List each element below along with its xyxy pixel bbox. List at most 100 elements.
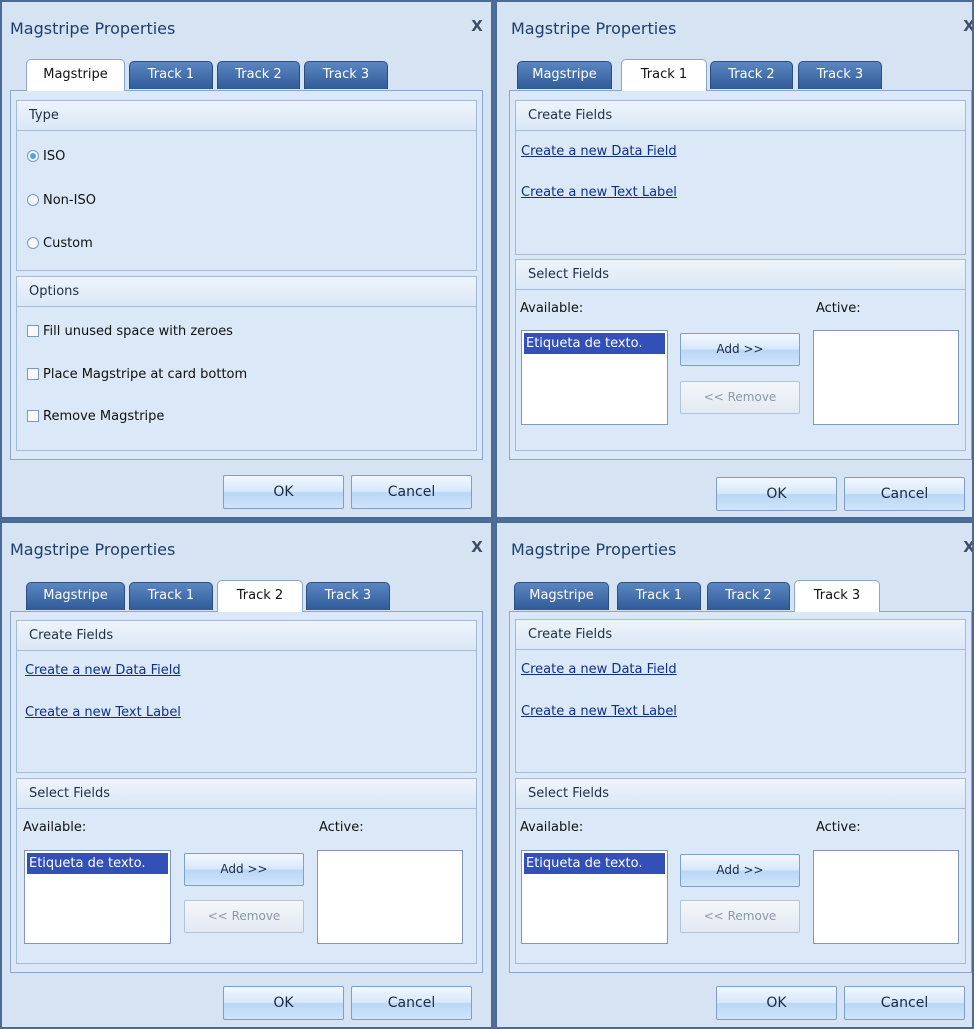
title-bar: Magstripe Properties X: [497, 523, 972, 577]
list-item[interactable]: Etiqueta de texto.: [524, 853, 665, 874]
ok-button[interactable]: OK: [716, 477, 837, 511]
create-data-field-link[interactable]: Create a new Data Field: [25, 663, 181, 678]
ok-button[interactable]: OK: [716, 986, 837, 1020]
tab-track-3[interactable]: Track 3: [304, 61, 388, 89]
radio-non-iso-label: Non-ISO: [43, 193, 96, 208]
tab-track-3[interactable]: Track 3: [798, 61, 882, 89]
tab-track-1[interactable]: Track 1: [129, 582, 213, 610]
dialog-title: Magstripe Properties: [10, 19, 176, 38]
radio-iso-label: ISO: [43, 149, 66, 164]
available-label: Available:: [23, 820, 87, 835]
add-button[interactable]: Add >>: [680, 854, 800, 887]
select-fields-header: Select Fields: [17, 779, 476, 809]
list-item[interactable]: Etiqueta de texto.: [27, 853, 168, 874]
active-list[interactable]: [813, 330, 959, 425]
available-label: Available:: [520, 820, 584, 835]
tab-panel: Create Fields Create a new Data Field Cr…: [509, 611, 972, 973]
add-button[interactable]: Add >>: [184, 853, 304, 886]
checkbox-fill-zeroes-label: Fill unused space with zeroes: [43, 324, 233, 339]
tab-magstripe[interactable]: Magstripe: [514, 582, 609, 610]
tab-panel: Create Fields Create a new Data Field Cr…: [509, 90, 972, 460]
active-label: Active:: [816, 820, 861, 835]
tab-track-3[interactable]: Track 3: [306, 582, 390, 610]
tab-panel: Type ISO Non-ISO Custom Options Fill unu…: [10, 90, 483, 460]
checkbox-icon: [27, 409, 39, 422]
dialog-track-3-tab: Magstripe Properties X Magstripe Track 1…: [495, 521, 974, 1029]
select-fields-header: Select Fields: [516, 260, 965, 290]
close-icon[interactable]: X: [960, 538, 972, 556]
create-data-field-link[interactable]: Create a new Data Field: [521, 144, 677, 159]
create-text-label-link[interactable]: Create a new Text Label: [521, 704, 677, 719]
close-icon[interactable]: X: [468, 17, 486, 35]
tab-magstripe[interactable]: Magstripe: [26, 59, 125, 91]
checkbox-icon: [27, 367, 39, 380]
cancel-button[interactable]: Cancel: [351, 986, 472, 1020]
remove-button[interactable]: << Remove: [184, 900, 304, 933]
active-label: Active:: [816, 301, 861, 316]
dialog-title: Magstripe Properties: [511, 540, 677, 559]
options-group: Options Fill unused space with zeroes Pl…: [16, 276, 477, 451]
available-list[interactable]: Etiqueta de texto.: [24, 850, 171, 944]
title-bar: Magstripe Properties X: [2, 2, 491, 56]
type-group: Type ISO Non-ISO Custom: [16, 100, 477, 271]
tab-track-1[interactable]: Track 1: [129, 61, 213, 89]
checkbox-remove-magstripe[interactable]: Remove Magstripe: [27, 407, 164, 427]
available-list[interactable]: Etiqueta de texto.: [521, 330, 668, 425]
tab-track-1[interactable]: Track 1: [617, 582, 701, 610]
title-bar: Magstripe Properties X: [2, 523, 491, 577]
active-list[interactable]: [317, 850, 463, 944]
checkbox-icon: [27, 324, 39, 337]
dialog-magstripe-tab: Magstripe Properties X Magstripe Track 1…: [0, 0, 493, 519]
tab-track-2[interactable]: Track 2: [710, 61, 793, 89]
close-icon[interactable]: X: [960, 17, 972, 35]
ok-button[interactable]: OK: [223, 986, 344, 1020]
tab-magstripe[interactable]: Magstripe: [26, 582, 125, 610]
dialog-track-2-tab: Magstripe Properties X Magstripe Track 1…: [0, 521, 493, 1029]
select-fields-group: Select Fields Available: Active: Etiquet…: [515, 259, 966, 451]
title-bar: Magstripe Properties X: [497, 2, 972, 56]
cancel-button[interactable]: Cancel: [844, 477, 965, 511]
available-label: Available:: [520, 301, 584, 316]
radio-icon: [27, 236, 39, 249]
checkbox-fill-zeroes[interactable]: Fill unused space with zeroes: [27, 322, 233, 342]
ok-button[interactable]: OK: [223, 475, 344, 509]
radio-iso[interactable]: ISO: [27, 147, 65, 167]
radio-non-iso[interactable]: Non-ISO: [27, 191, 96, 211]
available-list[interactable]: Etiqueta de texto.: [521, 850, 668, 944]
dialog-track-1-tab: Magstripe Properties X Magstripe Track 1…: [495, 0, 974, 519]
dialog-title: Magstripe Properties: [511, 19, 677, 38]
remove-button[interactable]: << Remove: [680, 381, 800, 414]
create-fields-group: Create Fields Create a new Data Field Cr…: [515, 619, 966, 773]
radio-icon: [27, 193, 39, 206]
checkbox-card-bottom-label: Place Magstripe at card bottom: [43, 367, 248, 382]
close-icon[interactable]: X: [468, 538, 486, 556]
create-fields-header: Create Fields: [17, 621, 476, 651]
radio-custom-label: Custom: [43, 236, 93, 251]
radio-custom[interactable]: Custom: [27, 234, 93, 254]
tab-panel: Create Fields Create a new Data Field Cr…: [10, 611, 483, 973]
select-fields-group: Select Fields Available: Active: Etiquet…: [16, 778, 477, 964]
create-fields-group: Create Fields Create a new Data Field Cr…: [16, 620, 477, 773]
type-header: Type: [17, 101, 476, 131]
list-item[interactable]: Etiqueta de texto.: [524, 333, 665, 354]
create-text-label-link[interactable]: Create a new Text Label: [25, 705, 181, 720]
cancel-button[interactable]: Cancel: [351, 475, 472, 509]
remove-button[interactable]: << Remove: [680, 900, 800, 933]
checkbox-card-bottom[interactable]: Place Magstripe at card bottom: [27, 365, 247, 385]
active-label: Active:: [319, 820, 364, 835]
tab-track-2[interactable]: Track 2: [217, 580, 303, 612]
active-list[interactable]: [813, 850, 959, 944]
create-fields-header: Create Fields: [516, 620, 965, 650]
tab-track-3[interactable]: Track 3: [794, 580, 880, 612]
checkbox-remove-magstripe-label: Remove Magstripe: [43, 409, 165, 424]
cancel-button[interactable]: Cancel: [844, 986, 965, 1020]
options-header: Options: [17, 277, 476, 307]
tab-track-2[interactable]: Track 2: [707, 582, 790, 610]
tab-track-2[interactable]: Track 2: [217, 61, 300, 89]
create-fields-group: Create Fields Create a new Data Field Cr…: [515, 100, 966, 255]
add-button[interactable]: Add >>: [680, 333, 800, 366]
create-data-field-link[interactable]: Create a new Data Field: [521, 662, 677, 677]
tab-track-1[interactable]: Track 1: [621, 59, 707, 91]
tab-magstripe[interactable]: Magstripe: [517, 61, 612, 89]
create-text-label-link[interactable]: Create a new Text Label: [521, 185, 677, 200]
